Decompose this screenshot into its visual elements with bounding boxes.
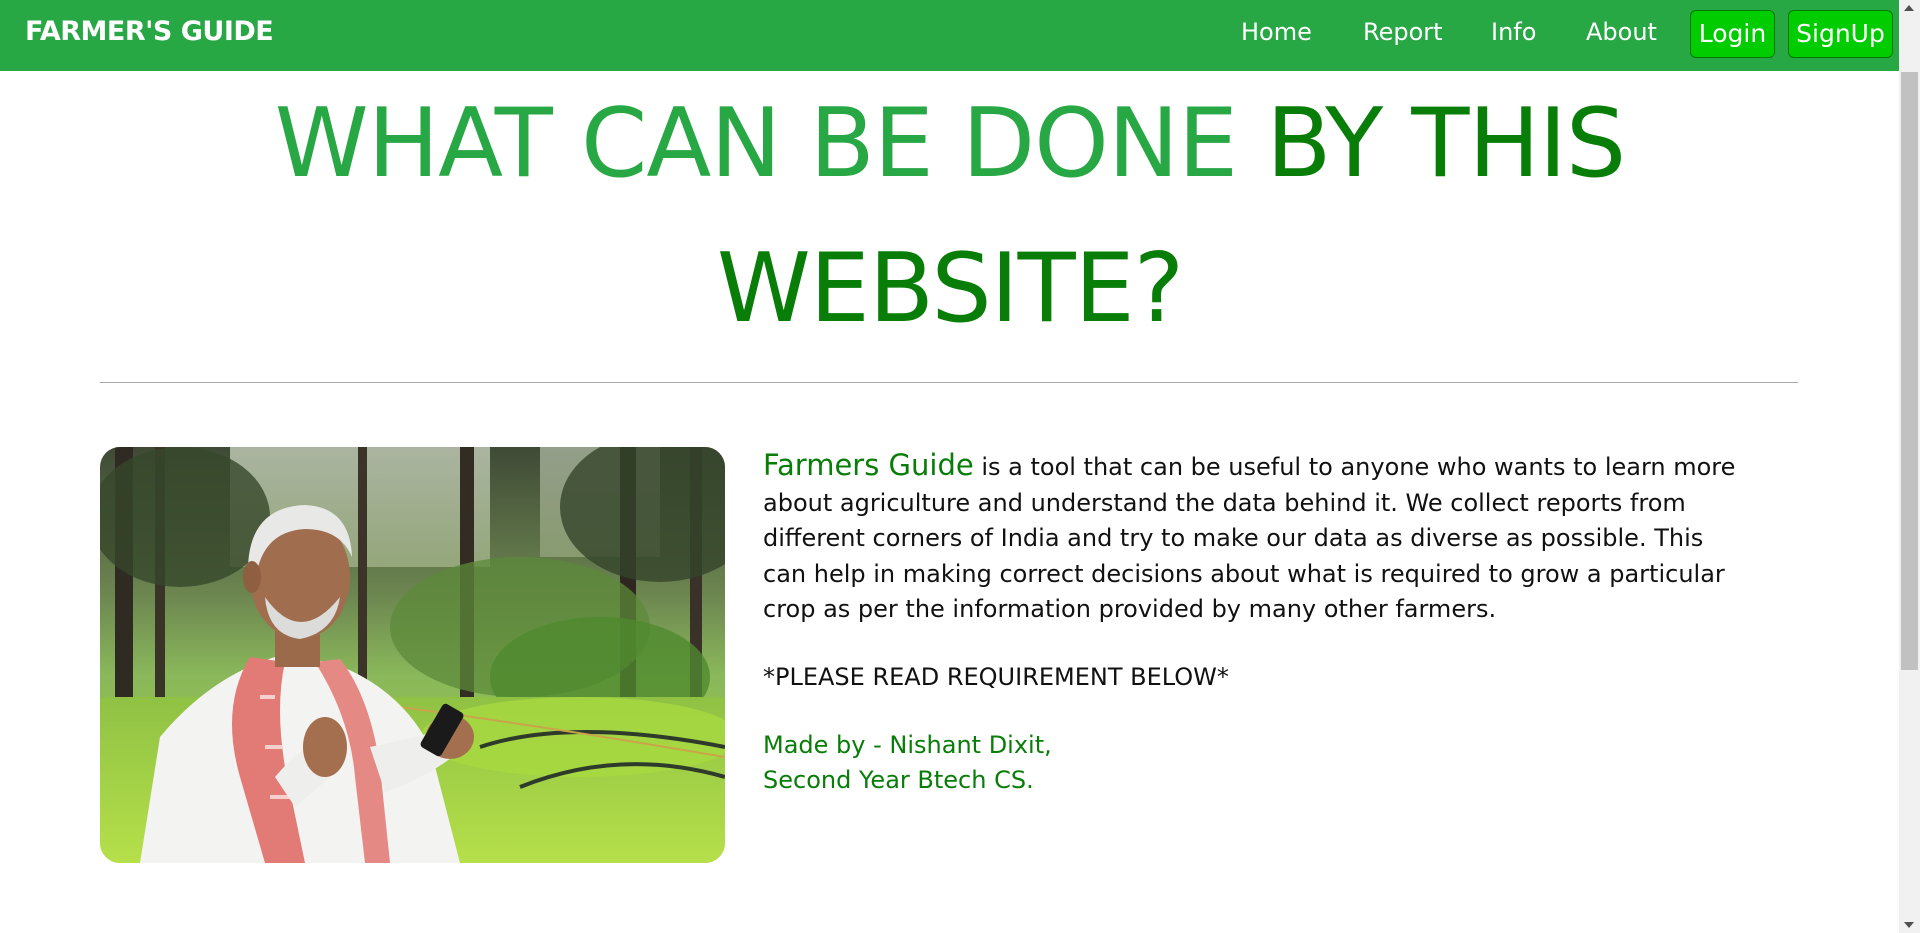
scroll-down-icon[interactable] xyxy=(1904,922,1914,928)
author-credit: Made by - Nishant Dixit, Second Year Bte… xyxy=(763,728,1052,798)
title-part-2: BY THIS xyxy=(1266,89,1626,199)
credit-line-2: Second Year Btech CS. xyxy=(763,766,1034,794)
brand-logo[interactable]: FARMER'S GUIDE xyxy=(25,16,274,47)
farmer-image xyxy=(100,447,725,863)
page: FARMER'S GUIDE Home Report Info About Lo… xyxy=(0,0,1920,933)
page-title: WHAT CAN BE DONE BY THIS WEBSITE? xyxy=(100,72,1800,362)
requirement-note: *PLEASE READ REQUIREMENT BELOW* xyxy=(763,663,1229,691)
page-scrollbar[interactable] xyxy=(1899,0,1920,933)
login-button[interactable]: Login xyxy=(1690,10,1775,58)
credit-line-1: Made by - Nishant Dixit, xyxy=(763,731,1052,759)
scroll-up-icon[interactable] xyxy=(1904,5,1914,11)
signup-button[interactable]: SignUp xyxy=(1788,10,1893,58)
nav-link-info[interactable]: Info xyxy=(1491,18,1536,46)
navbar: FARMER'S GUIDE Home Report Info About Lo… xyxy=(0,0,1899,71)
nav-link-report[interactable]: Report xyxy=(1363,18,1443,46)
about-description: Farmers Guide is a tool that can be usef… xyxy=(763,448,1753,628)
title-part-1: WHAT CAN BE DONE xyxy=(274,89,1238,199)
scroll-thumb[interactable] xyxy=(1901,72,1918,670)
title-part-3: WEBSITE? xyxy=(716,234,1184,344)
about-brand-name: Farmers Guide xyxy=(763,448,974,482)
section-divider xyxy=(100,382,1798,383)
nav-link-home[interactable]: Home xyxy=(1241,18,1312,46)
nav-link-about[interactable]: About xyxy=(1586,18,1657,46)
